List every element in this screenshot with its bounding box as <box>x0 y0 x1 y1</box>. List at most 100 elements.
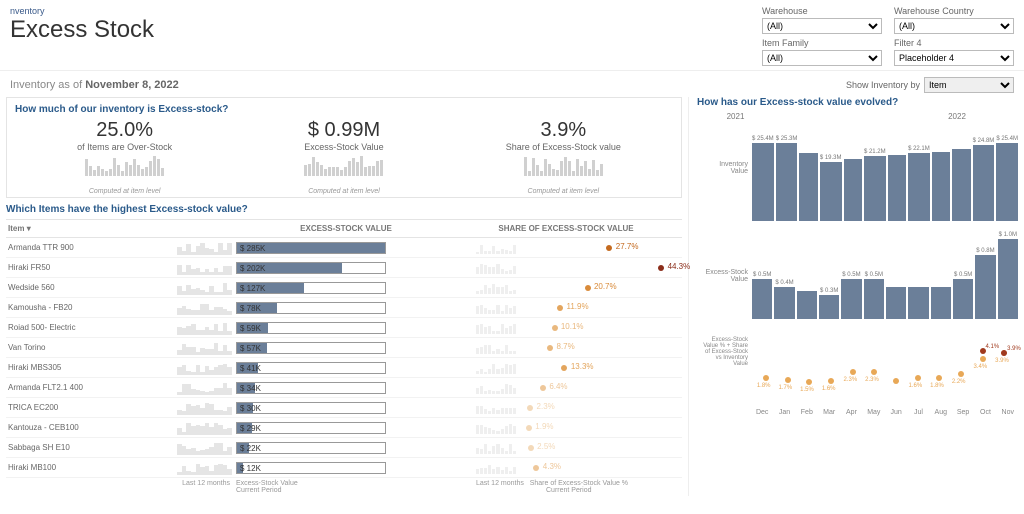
kpi-pct-overstock: 25.0% of Items are Over-Stock Computed a… <box>15 119 234 195</box>
year-2021: 2021 <box>723 112 749 121</box>
month-tick: Mar <box>819 409 839 416</box>
item-sparkline <box>177 261 232 275</box>
item-name: Van Torino <box>8 343 177 352</box>
share-sparkline <box>476 462 516 474</box>
table-row[interactable]: Armanda TTR 900$ 285K27.7% <box>6 238 682 258</box>
show-by-select[interactable]: Item <box>924 77 1014 93</box>
bar[interactable] <box>932 151 950 221</box>
bar[interactable] <box>888 154 906 221</box>
bar[interactable]: $ 25.4M <box>752 136 774 221</box>
sort-icon: ▾ <box>27 224 31 233</box>
share-dot: 1.9% <box>520 421 676 435</box>
table-row[interactable]: Kamousha - FB20$ 78K11.9% <box>6 298 682 318</box>
kpi-pct-value: 25.0% <box>15 119 234 142</box>
asof-date: November 8, 2022 <box>85 79 179 91</box>
pct-dot[interactable] <box>893 378 899 384</box>
bar[interactable]: $ 21.2M <box>864 149 886 221</box>
table-row[interactable]: Sabbaga SH E10$ 22K2.5% <box>6 438 682 458</box>
bar[interactable]: $ 0.5M <box>953 272 973 319</box>
bar[interactable] <box>797 290 817 319</box>
pct-dot[interactable] <box>828 378 834 384</box>
bar[interactable] <box>952 148 970 221</box>
th-value[interactable]: EXCESS-STOCK VALUE <box>236 224 456 233</box>
share-dot: 27.7% <box>520 241 676 255</box>
kpi-share-value: 3.9% <box>454 119 673 142</box>
chart-pct-label: Excess-Stock Value % + Share of Excess-S… <box>700 337 748 367</box>
pct-dot[interactable] <box>915 375 921 381</box>
pct-dot[interactable] <box>785 377 791 383</box>
show-by-label: Show Inventory by <box>846 80 920 90</box>
chart-inventory-value[interactable]: Inventory Value $ 25.4M$ 25.3M$ 19.3M$ 2… <box>752 121 1018 221</box>
breadcrumb[interactable]: nventory <box>10 6 154 16</box>
value-bar: $ 57K <box>236 342 386 354</box>
bar[interactable]: $ 25.3M <box>776 136 798 221</box>
item-name: Hiraki FR50 <box>8 263 177 272</box>
chart-excess-value[interactable]: Excess-Stock Value $ 0.5M$ 0.4M$ 0.3M$ 0… <box>752 229 1018 319</box>
chart-excess-label: Excess-Stock Value <box>700 269 748 283</box>
pct-dot[interactable] <box>850 369 856 375</box>
table-row[interactable]: Roiad 500- Electric$ 59K10.1% <box>6 318 682 338</box>
pct-dot[interactable] <box>936 375 942 381</box>
bar[interactable]: $ 19.3M <box>820 155 842 221</box>
bar[interactable]: $ 0.8M <box>975 248 995 319</box>
share-sparkline <box>476 302 516 314</box>
item-name: Wedside 560 <box>8 283 177 292</box>
right-panel: How has our Excess-stock value evolved? … <box>688 97 1018 496</box>
bar[interactable]: $ 22.1M <box>908 146 930 221</box>
pct-dot[interactable] <box>871 369 877 375</box>
share-dot: 20.7% <box>520 281 676 295</box>
share-sparkline <box>476 362 516 374</box>
kpi-val-spark <box>234 154 453 176</box>
bar[interactable]: $ 25.4M <box>996 136 1018 221</box>
item-name: Kantouza - CEB100 <box>8 423 177 432</box>
bar[interactable]: $ 0.5M <box>841 272 861 319</box>
pct-dot[interactable] <box>763 375 769 381</box>
table-row[interactable]: Hiraki MBS305$ 41K13.3% <box>6 358 682 378</box>
filter-item-family-select[interactable]: (All) <box>762 50 882 66</box>
kpi-pct-note: Computed at item level <box>15 188 234 195</box>
filter-warehouse-country-select[interactable]: (All) <box>894 18 1014 34</box>
items-section-title: Which Items have the highest Excess-stoc… <box>6 204 682 215</box>
share-sparkline <box>476 262 516 274</box>
table-row[interactable]: Van Torino$ 57K8.7% <box>6 338 682 358</box>
th-share[interactable]: SHARE OF EXCESS-STOCK VALUE <box>456 224 676 233</box>
items-table-body: Armanda TTR 900$ 285K27.7%Hiraki FR50$ 2… <box>6 238 682 478</box>
chart-inventory-label: Inventory Value <box>700 161 748 175</box>
filter-4-select[interactable]: Placeholder 4 <box>894 50 1014 66</box>
share-sparkline <box>476 402 516 414</box>
month-tick: May <box>864 409 884 416</box>
pct-dot[interactable] <box>806 379 812 385</box>
item-name: TRICA EC200 <box>8 403 177 412</box>
bar[interactable] <box>844 158 862 221</box>
kpi-share-note: Computed at item level <box>454 188 673 195</box>
value-bar: $ 22K <box>236 442 386 454</box>
bar[interactable]: $ 0.5M <box>864 272 884 319</box>
month-tick: Aug <box>931 409 951 416</box>
table-row[interactable]: TRICA EC200$ 30K2.3% <box>6 398 682 418</box>
bar[interactable] <box>931 286 951 319</box>
filter-warehouse-select[interactable]: (All) <box>762 18 882 34</box>
bar[interactable] <box>886 286 906 319</box>
table-row[interactable]: Armanda FLT2.1 400$ 34K6.4% <box>6 378 682 398</box>
item-name: Kamousha - FB20 <box>8 303 177 312</box>
table-row[interactable]: Kantouza - CEB100$ 29K1.9% <box>6 418 682 438</box>
pct-dot[interactable] <box>958 371 964 377</box>
table-row[interactable]: Hiraki FR50$ 202K44.3% <box>6 258 682 278</box>
pct-dot[interactable] <box>980 356 986 362</box>
bar[interactable]: $ 0.5M <box>752 272 772 319</box>
bar[interactable]: $ 0.4M <box>774 280 794 319</box>
chart-pct[interactable]: Excess-Stock Value % + Share of Excess-S… <box>752 327 1018 416</box>
th-item[interactable]: Item ▾ <box>6 224 236 233</box>
value-bar: $ 78K <box>236 302 386 314</box>
bar[interactable]: $ 1.0M <box>998 232 1018 319</box>
bar[interactable]: $ 0.3M <box>819 288 839 319</box>
filter-warehouse-label: Warehouse <box>762 6 882 16</box>
bar[interactable] <box>799 152 817 221</box>
table-row[interactable]: Wedside 560$ 127K20.7% <box>6 278 682 298</box>
share-dot: 13.3% <box>520 361 676 375</box>
value-bar: $ 30K <box>236 402 386 414</box>
footer-value: Excess-Stock ValueCurrent Period <box>236 480 456 494</box>
bar[interactable] <box>908 286 928 319</box>
table-row[interactable]: Hiraki MB100$ 12K4.3% <box>6 458 682 478</box>
bar[interactable]: $ 24.8M <box>973 138 995 221</box>
